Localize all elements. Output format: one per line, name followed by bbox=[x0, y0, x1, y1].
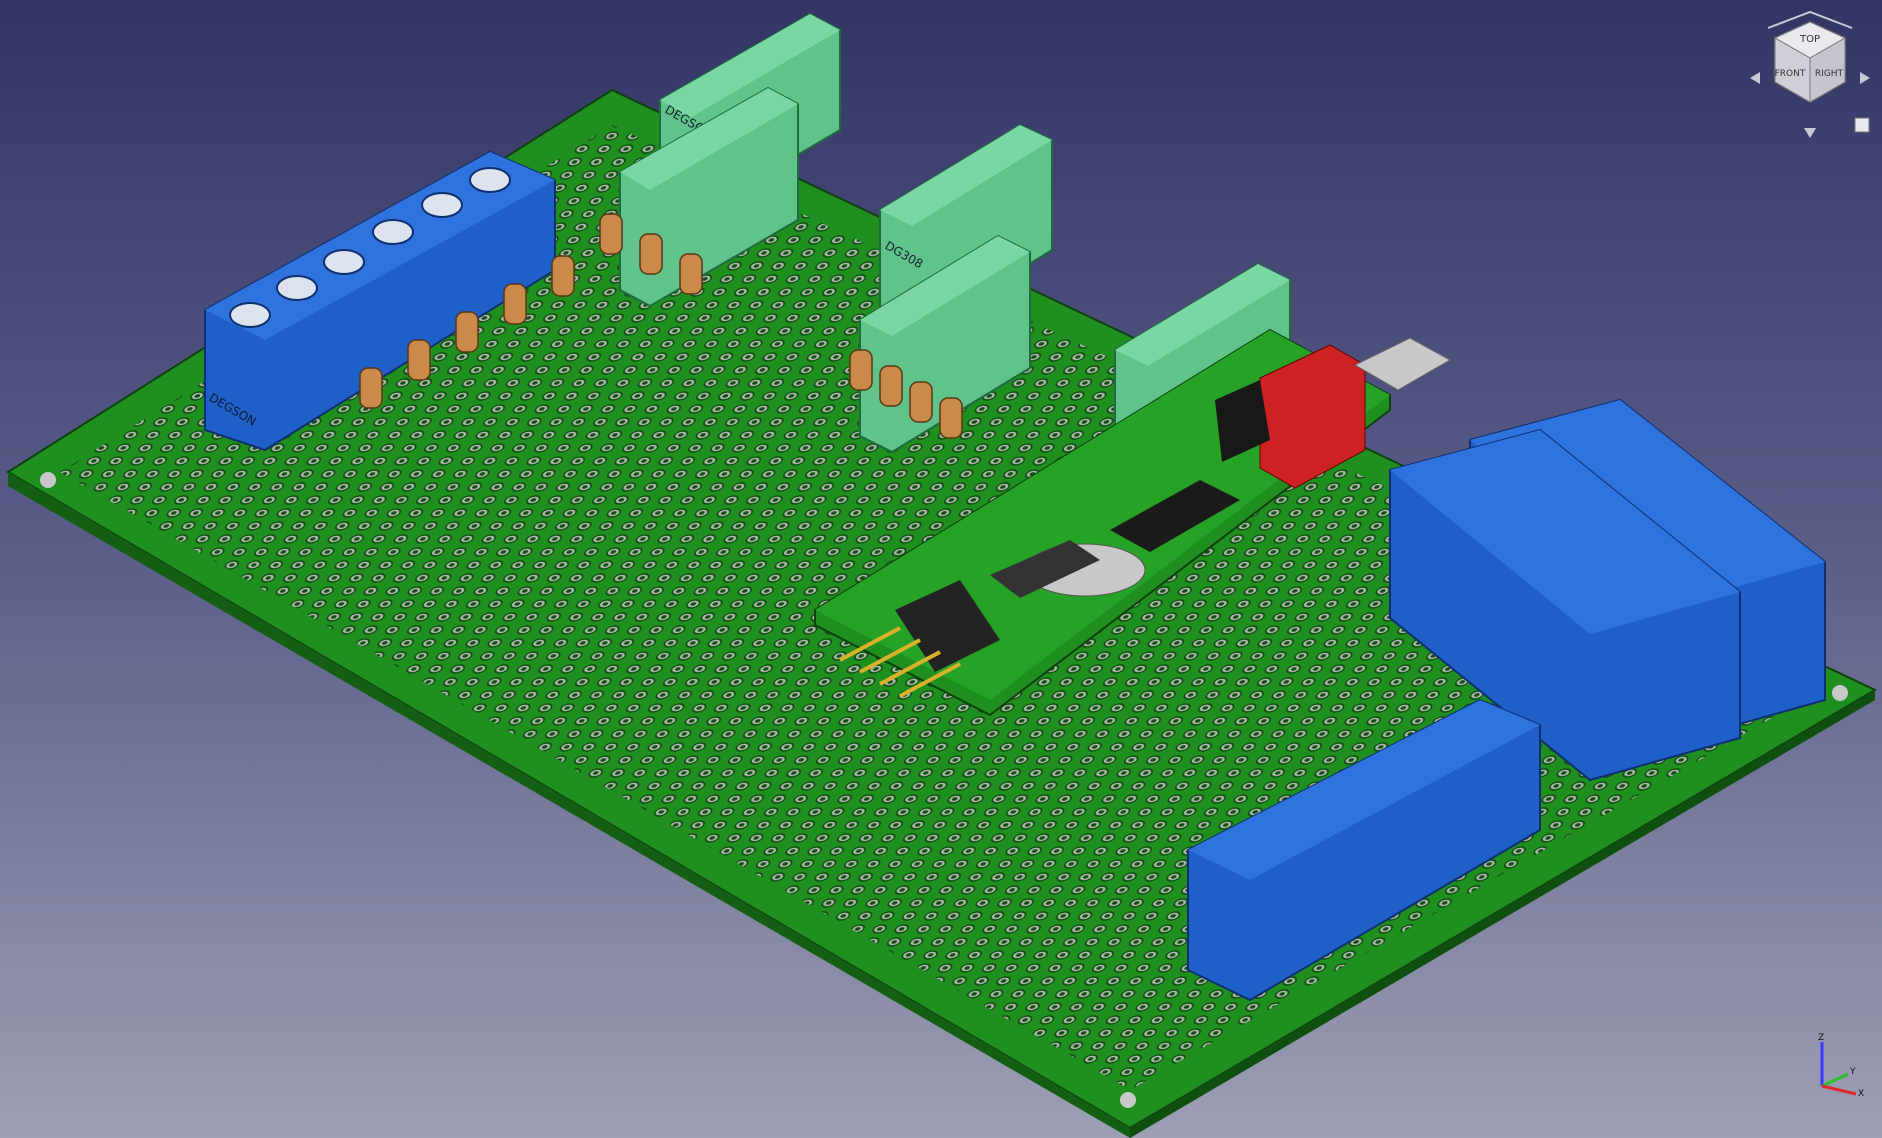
x-axis-label: X bbox=[1858, 1089, 1864, 1099]
mounting-hole bbox=[40, 472, 56, 488]
3d-viewport[interactable]: DEGSON DEGSON DG308 bbox=[0, 0, 1882, 1138]
rotate-right-icon bbox=[1860, 72, 1870, 84]
navigation-cube[interactable]: TOP FRONT RIGHT bbox=[1740, 6, 1880, 146]
usb-connector bbox=[1355, 338, 1450, 390]
mounting-hole bbox=[1832, 685, 1848, 701]
mounting-hole bbox=[1120, 1092, 1136, 1108]
navcube-right-label[interactable]: RIGHT bbox=[1815, 69, 1844, 79]
view-menu-icon bbox=[1855, 118, 1869, 132]
y-axis-icon bbox=[1822, 1074, 1848, 1086]
axis-indicator: Z Y X bbox=[1808, 1030, 1878, 1100]
pcb-3d-scene[interactable]: DEGSON DEGSON DG308 bbox=[0, 0, 1882, 1138]
navcube-front-label[interactable]: FRONT bbox=[1775, 69, 1806, 79]
y-axis-label: Y bbox=[1849, 1067, 1856, 1077]
rotate-down-icon bbox=[1804, 128, 1816, 138]
x-axis-icon bbox=[1822, 1086, 1856, 1094]
rotate-left-icon bbox=[1750, 72, 1760, 84]
navcube-top-label[interactable]: TOP bbox=[1799, 34, 1820, 45]
z-axis-label: Z bbox=[1818, 1033, 1824, 1043]
